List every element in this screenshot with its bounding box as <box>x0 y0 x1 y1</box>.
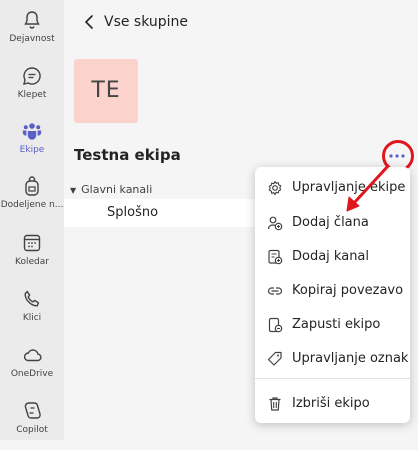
add-person-icon <box>267 216 283 231</box>
rail-item-label: Dodeljene n... <box>0 200 64 210</box>
leave-icon <box>268 317 283 333</box>
back-to-all-teams-link[interactable]: Vse skupine <box>104 14 188 30</box>
channel-item-general[interactable]: Splošno <box>64 199 274 227</box>
backpack-icon <box>25 176 39 196</box>
menu-item-leave-team[interactable]: Zapusti ekipo <box>255 310 410 340</box>
rail-item-label: Koledar <box>15 257 49 267</box>
rail-item-label: OneDrive <box>10 369 54 379</box>
menu-item-label: Zapusti ekipo <box>292 317 381 332</box>
caret-down-icon: ▼ <box>70 186 77 195</box>
menu-item-manage-team[interactable]: Upravljanje ekipe <box>255 173 410 203</box>
copilot-icon <box>24 402 41 419</box>
bell-icon <box>24 11 40 29</box>
menu-item-delete-team[interactable]: Izbriši ekipo <box>255 389 410 419</box>
menu-item-label: Upravljanje ekipe <box>292 180 406 195</box>
rail-item-calls[interactable]: Klici <box>0 284 64 338</box>
cloud-icon <box>23 349 42 362</box>
menu-item-add-member[interactable]: Dodaj člana <box>255 208 410 238</box>
menu-item-manage-tags[interactable]: Upravljanje oznak <box>255 344 410 374</box>
gear-icon <box>268 180 282 196</box>
menu-divider <box>255 378 410 379</box>
rail-item-teams[interactable]: Ekipe <box>0 116 64 170</box>
menu-item-label: Dodaj kanal <box>292 249 370 264</box>
rail-item-label: Ekipe <box>19 145 45 155</box>
team-avatar: TE <box>74 59 138 123</box>
tag-icon <box>267 351 282 366</box>
phone-icon <box>24 290 40 307</box>
rail-item-label: Copilot <box>16 425 48 435</box>
rail-item-copilot[interactable]: Copilot <box>0 396 64 450</box>
menu-item-label: Dodaj člana <box>292 215 369 230</box>
rail-item-activity[interactable]: Dejavnost <box>0 5 64 59</box>
rail-item-onedrive[interactable]: OneDrive <box>0 340 64 394</box>
chat-icon <box>23 67 41 85</box>
teams-icon <box>22 123 42 140</box>
rail-item-calendar[interactable]: Koledar <box>0 228 64 282</box>
rail-item-assignments[interactable]: Dodeljene n... <box>0 171 64 225</box>
channel-label: Splošno <box>107 205 159 220</box>
menu-item-copy-link[interactable]: Kopiraj povezavo <box>255 276 410 306</box>
app-rail: Dejavnost Klepet Ekipe Dodeljene n... Ko… <box>0 0 64 440</box>
channel-group-label: Glavni kanali <box>81 183 153 196</box>
rail-item-label: Klici <box>22 313 42 323</box>
rail-item-label: Dejavnost <box>9 34 55 44</box>
trash-icon <box>269 397 281 411</box>
channel-group-header[interactable]: ▼ Glavni kanali <box>70 183 152 196</box>
add-channel-icon <box>268 249 283 265</box>
team-context-menu: Upravljanje ekipe Dodaj člana Dodaj kana… <box>255 167 410 423</box>
menu-item-add-channel[interactable]: Dodaj kanal <box>255 242 410 272</box>
rail-item-label: Klepet <box>17 90 47 100</box>
rail-item-chat[interactable]: Klepet <box>0 61 64 115</box>
team-name[interactable]: Testna ekipa <box>74 146 181 164</box>
calendar-icon <box>23 234 41 252</box>
link-icon <box>267 287 283 295</box>
back-chevron-icon[interactable] <box>80 12 100 32</box>
menu-item-label: Upravljanje oznak <box>292 351 409 366</box>
menu-item-label: Kopiraj povezavo <box>292 283 404 298</box>
menu-item-label: Izbriši ekipo <box>292 396 370 411</box>
